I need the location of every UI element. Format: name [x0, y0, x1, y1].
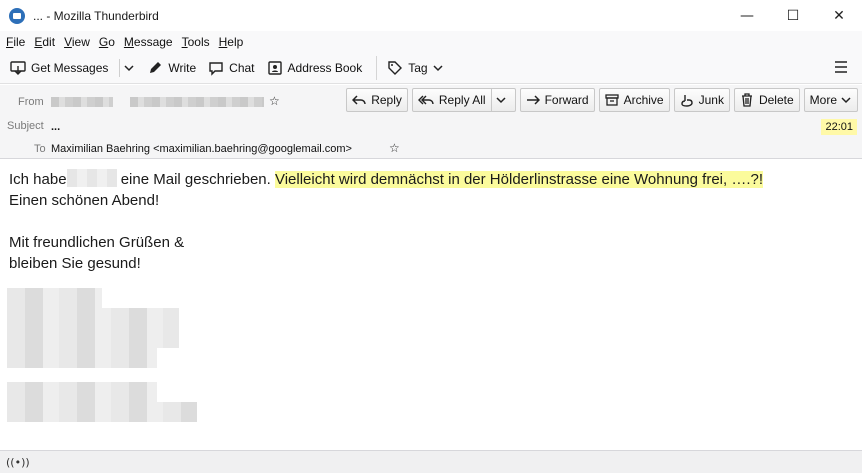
from-address-redacted [130, 97, 264, 107]
toolbar-separator [376, 55, 378, 80]
subject-value: ... [51, 121, 61, 133]
reply-all-dropdown[interactable] [490, 89, 515, 111]
app-menu-icon[interactable] [834, 60, 848, 74]
reply-all-label: Reply All [438, 93, 486, 107]
chevron-down-icon[interactable] [123, 62, 135, 74]
menu-help-key: H [218, 34, 228, 49]
tag-button[interactable]: Tag [383, 56, 447, 80]
highlighted-text: Vielleicht wird demnächst in der Hölderl… [274, 171, 764, 188]
chevron-down-icon [496, 97, 506, 104]
menu-go[interactable]: Go [99, 35, 115, 49]
signature-redacted [7, 308, 179, 348]
write-button[interactable]: Write [143, 56, 200, 80]
junk-icon [680, 95, 693, 107]
download-icon [10, 60, 26, 75]
delete-button[interactable]: Delete [733, 88, 800, 112]
body-text-mid: eine Mail geschrieben. [116, 171, 275, 188]
get-messages-label: Get Messages [31, 60, 109, 75]
menu-edit-rest: dit [42, 34, 56, 49]
reply-icon [352, 95, 366, 105]
menu-message-rest: essage [133, 34, 173, 49]
junk-button[interactable]: Junk [673, 88, 730, 112]
archive-label: Archive [623, 93, 664, 107]
trash-icon [741, 93, 752, 107]
menu-message-key: M [123, 34, 134, 49]
signature-redacted [7, 402, 197, 422]
more-label: More [809, 93, 837, 107]
greeting-line-2: bleiben Sie gesund! [9, 255, 141, 272]
more-button[interactable]: More [803, 88, 858, 112]
archive-icon [604, 94, 619, 106]
tag-icon [388, 60, 403, 75]
address-book-icon [267, 60, 282, 75]
body-text-start: Ich habe [9, 171, 67, 188]
chat-label: Chat [229, 60, 255, 75]
main-toolbar: Get Messages Write Chat Address Book Tag [0, 52, 862, 84]
get-messages-button[interactable]: Get Messages [6, 56, 112, 80]
window-title: ... - Mozilla Thunderbird [33, 8, 159, 23]
to-value: Maximilian Baehring <maximilian.baehring… [51, 143, 352, 155]
subject-label: Subject [7, 120, 44, 132]
message-time: 22:01 [821, 119, 857, 135]
menu-edit[interactable]: Edit [34, 35, 55, 49]
menu-view-rest: iew [71, 34, 90, 49]
chevron-down-icon [841, 97, 851, 104]
star-icon[interactable]: ☆ [269, 94, 280, 108]
menu-go-rest: o [108, 34, 115, 49]
star-icon[interactable]: ☆ [389, 141, 400, 155]
menu-view[interactable]: View [64, 35, 90, 49]
delete-label: Delete [758, 93, 794, 107]
address-book-button[interactable]: Address Book [263, 56, 367, 80]
menu-bar: File Edit View Go Message Tools Help [0, 31, 862, 52]
chevron-down-icon [433, 64, 443, 71]
status-bar: ((•)) [0, 450, 862, 473]
forward-button[interactable]: Forward [519, 88, 595, 112]
menu-go-key: G [98, 34, 109, 49]
menu-tools[interactable]: Tools [182, 35, 210, 49]
menu-view-key: V [64, 34, 72, 49]
chat-bubble-icon [209, 61, 223, 76]
signature-redacted [7, 382, 157, 402]
chat-button[interactable]: Chat [204, 56, 258, 80]
from-label: From [18, 96, 44, 108]
junk-label: Junk [698, 93, 724, 107]
menu-help-rest: elp [227, 34, 244, 49]
menu-file-rest: ile [13, 34, 26, 49]
body-line-1: Ich habe eine Mail geschrieben. Vielleic… [9, 169, 853, 190]
forward-label: Forward [544, 93, 589, 107]
message-body: Ich habe eine Mail geschrieben. Vielleic… [0, 160, 862, 450]
reply-label: Reply [371, 93, 402, 107]
message-actions: Reply Reply All Forward Archive Junk Del… [342, 88, 858, 112]
tag-label: Tag [408, 60, 428, 75]
redacted-word [66, 169, 117, 187]
reply-button[interactable]: Reply [346, 88, 408, 112]
menu-file[interactable]: File [6, 35, 25, 49]
activity-icon[interactable]: ((•)) [6, 456, 30, 469]
signature-redacted [7, 348, 157, 368]
body-line-2: Einen schönen Abend! [9, 192, 160, 209]
greeting-line-1: Mit freundlichen Grüßen & [9, 234, 185, 251]
menu-help[interactable]: Help [219, 35, 244, 49]
window-controls: — ☐ ✕ [724, 0, 862, 31]
forward-icon [526, 95, 540, 105]
menu-tools-rest: ools [187, 34, 210, 49]
write-label: Write [168, 60, 197, 75]
maximize-button[interactable]: ☐ [770, 0, 816, 31]
close-button[interactable]: ✕ [816, 0, 862, 31]
pencil-icon [150, 61, 162, 73]
minimize-button[interactable]: — [724, 0, 770, 31]
signature-redacted [7, 288, 102, 308]
to-label: To [34, 143, 46, 155]
menu-message[interactable]: Message [124, 35, 173, 49]
address-book-label: Address Book [287, 60, 363, 75]
title-bar: ... - Mozilla Thunderbird — ☐ ✕ [0, 0, 862, 31]
thunderbird-icon [9, 7, 25, 24]
reply-all-button[interactable]: Reply All [411, 88, 516, 112]
reply-all-icon [417, 95, 434, 105]
archive-button[interactable]: Archive [598, 88, 670, 112]
toolbar-split [119, 58, 121, 77]
from-value-redacted [51, 97, 113, 107]
